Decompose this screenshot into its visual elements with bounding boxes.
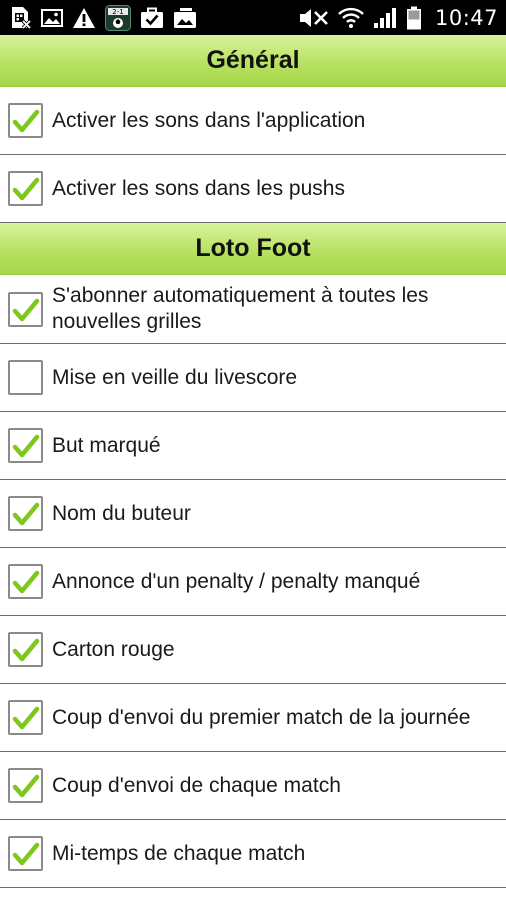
checkmark-icon <box>12 774 40 798</box>
checkbox[interactable] <box>8 103 43 138</box>
setting-label: Carton rouge <box>52 637 175 661</box>
checkbox[interactable] <box>8 496 43 531</box>
setting-row-push-sounds[interactable]: Activer les sons dans les pushs <box>0 155 506 223</box>
setting-label: Mi-temps de chaque match <box>52 841 306 865</box>
briefcase-check-icon <box>140 6 164 30</box>
checkmark-icon <box>12 638 40 662</box>
checkmark-icon <box>12 177 40 201</box>
checkmark-icon <box>12 570 40 594</box>
svg-text:2-1: 2-1 <box>112 8 123 16</box>
setting-label: Mise en veille du livescore <box>52 365 298 389</box>
image-icon <box>41 6 63 30</box>
signal-icon <box>373 6 397 30</box>
checkbox[interactable] <box>8 768 43 803</box>
setting-row-livescore-sleep[interactable]: Mise en veille du livescore <box>0 344 506 412</box>
warning-icon <box>72 6 96 30</box>
section-header-general: Général <box>0 35 506 87</box>
section-header-loto-foot: Loto Foot <box>0 223 506 275</box>
checkmark-icon <box>12 298 40 321</box>
setting-label: Activer les sons dans les pushs <box>52 176 345 200</box>
settings-screen: 2-1 10:47 Général Activer les sons dans … <box>0 0 506 900</box>
setting-label: Activer les sons dans l'application <box>52 108 366 132</box>
checkbox[interactable] <box>8 836 43 871</box>
setting-label: Coup d'envoi de chaque match <box>52 773 341 797</box>
checkbox[interactable] <box>8 360 43 395</box>
setting-row-first-kickoff[interactable]: Coup d'envoi du premier match de la jour… <box>0 684 506 752</box>
setting-row-penalty[interactable]: Annonce d'un penalty / penalty manqué <box>0 548 506 616</box>
checkmark-icon <box>12 706 40 730</box>
status-clock: 10:47 <box>434 5 498 30</box>
checkbox[interactable] <box>8 632 43 667</box>
setting-row-scorer-name[interactable]: Nom du buteur <box>0 480 506 548</box>
wifi-icon <box>338 6 364 30</box>
checkbox[interactable] <box>8 291 43 327</box>
setting-label: Coup d'envoi du premier match de la jour… <box>52 705 471 729</box>
checkbox[interactable] <box>8 428 43 463</box>
checkmark-icon <box>12 109 40 133</box>
score-app-icon: 2-1 <box>105 4 131 31</box>
mute-icon <box>299 6 329 30</box>
setting-label: S'abonner automatiquement à toutes les n… <box>52 284 429 333</box>
setting-label: But marqué <box>52 433 161 457</box>
checkmark-icon <box>12 502 40 526</box>
setting-label: Nom du buteur <box>52 501 191 525</box>
sim-card-icon <box>10 6 32 30</box>
status-bar: 2-1 10:47 <box>0 0 506 35</box>
setting-row-each-kickoff[interactable]: Coup d'envoi de chaque match <box>0 752 506 820</box>
setting-row-auto-subscribe[interactable]: S'abonner automatiquement à toutes les n… <box>0 275 506 344</box>
section-title: Général <box>206 46 300 74</box>
setting-row-red-card[interactable]: Carton rouge <box>0 616 506 684</box>
status-system-icons: 10:47 <box>299 6 498 30</box>
setting-row-app-sounds[interactable]: Activer les sons dans l'application <box>0 87 506 155</box>
gallery-icon <box>173 6 197 30</box>
battery-icon <box>406 6 422 30</box>
section-title: Loto Foot <box>195 234 311 262</box>
checkmark-icon <box>12 842 40 866</box>
checkmark-icon <box>12 434 40 458</box>
setting-row-halftime[interactable]: Mi-temps de chaque match <box>0 820 506 888</box>
status-notification-icons: 2-1 <box>10 4 197 31</box>
checkbox[interactable] <box>8 700 43 735</box>
setting-row-goal-scored[interactable]: But marqué <box>0 412 506 480</box>
checkbox[interactable] <box>8 564 43 599</box>
checkbox[interactable] <box>8 171 43 206</box>
setting-label: Annonce d'un penalty / penalty manqué <box>52 569 421 593</box>
